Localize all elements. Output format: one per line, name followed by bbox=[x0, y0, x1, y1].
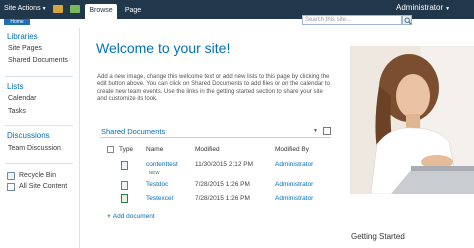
welcome-text: Add a new image, change this welcome tex… bbox=[97, 74, 330, 103]
nav-heading-lists[interactable]: Lists bbox=[7, 82, 23, 91]
tab-browse[interactable]: Browse bbox=[85, 4, 117, 19]
search-button[interactable] bbox=[402, 15, 412, 25]
word-doc-icon[interactable] bbox=[121, 181, 128, 190]
nav-item-calendar[interactable]: Calendar bbox=[8, 95, 36, 102]
table-row-name[interactable]: Testexcel bbox=[146, 195, 173, 202]
table-row-modified-by[interactable]: Administrator bbox=[275, 195, 313, 202]
site-actions-menu[interactable]: Site Actions▼ bbox=[4, 5, 47, 12]
new-badge: NEW bbox=[149, 170, 160, 175]
navigate-up-icon[interactable] bbox=[53, 5, 63, 13]
add-icon: + bbox=[107, 213, 111, 220]
user-name: Administrator bbox=[396, 3, 444, 12]
nav-heading-libraries[interactable]: Libraries bbox=[7, 32, 38, 41]
column-header-type[interactable]: Type bbox=[119, 146, 133, 153]
nav-divider bbox=[5, 163, 73, 164]
chevron-down-icon[interactable]: ▼ bbox=[313, 128, 318, 134]
site-actions-label: Site Actions bbox=[4, 5, 41, 12]
nav-item-site-pages[interactable]: Site Pages bbox=[8, 45, 42, 52]
select-all-checkbox[interactable] bbox=[107, 146, 114, 153]
library-divider bbox=[100, 137, 331, 138]
nav-item-all-site-content[interactable]: All Site Content bbox=[19, 183, 67, 190]
add-document-label: Add document bbox=[112, 213, 155, 220]
table-row-modified-by[interactable]: Administrator bbox=[275, 181, 313, 188]
nav-item-tasks[interactable]: Tasks bbox=[8, 108, 26, 115]
edit-page-icon[interactable] bbox=[70, 5, 80, 13]
column-header-name[interactable]: Name bbox=[146, 146, 163, 153]
user-menu[interactable]: Administrator ▼ bbox=[396, 3, 450, 12]
select-webpart-checkbox[interactable] bbox=[323, 127, 331, 135]
table-row-modified: 11/30/2015 2:12 PM bbox=[195, 161, 254, 168]
welcome-photo bbox=[351, 46, 474, 194]
search-icon bbox=[404, 17, 412, 25]
all-site-content-icon bbox=[7, 183, 15, 191]
chevron-down-icon: ▼ bbox=[41, 6, 47, 12]
nav-divider bbox=[5, 125, 73, 126]
tab-page[interactable]: Page bbox=[120, 4, 146, 19]
table-row-modified-by[interactable]: Administrator bbox=[275, 161, 313, 168]
word-doc-icon[interactable] bbox=[121, 161, 128, 170]
chevron-down-icon: ▼ bbox=[445, 6, 451, 12]
nav-divider bbox=[5, 76, 73, 77]
getting-started-heading: Getting Started bbox=[351, 232, 405, 241]
nav-heading-discussions[interactable]: Discussions bbox=[7, 131, 50, 140]
library-title[interactable]: Shared Documents bbox=[101, 127, 165, 136]
excel-doc-icon[interactable] bbox=[121, 194, 128, 203]
table-row-modified: 7/28/2015 1:26 PM bbox=[195, 195, 250, 202]
recycle-bin-icon bbox=[7, 172, 15, 180]
table-row-name[interactable]: contenttest bbox=[146, 161, 178, 168]
search-input[interactable]: Search this site... bbox=[302, 15, 402, 25]
table-row-name[interactable]: Testdoc bbox=[146, 181, 168, 188]
nav-item-team-discussion[interactable]: Team Discussion bbox=[8, 145, 61, 152]
table-row-modified: 7/28/2015 1:26 PM bbox=[195, 181, 250, 188]
column-header-modified-by[interactable]: Modified By bbox=[275, 146, 309, 153]
page-title: Welcome to your site! bbox=[96, 40, 231, 56]
nav-item-shared-documents[interactable]: Shared Documents bbox=[8, 57, 68, 64]
column-header-modified[interactable]: Modified bbox=[195, 146, 220, 153]
add-document-link[interactable]: + Add document bbox=[107, 213, 155, 220]
welcome-image bbox=[350, 46, 474, 194]
tab-home[interactable]: Home bbox=[4, 19, 30, 25]
nav-item-recycle-bin[interactable]: Recycle Bin bbox=[19, 172, 56, 179]
